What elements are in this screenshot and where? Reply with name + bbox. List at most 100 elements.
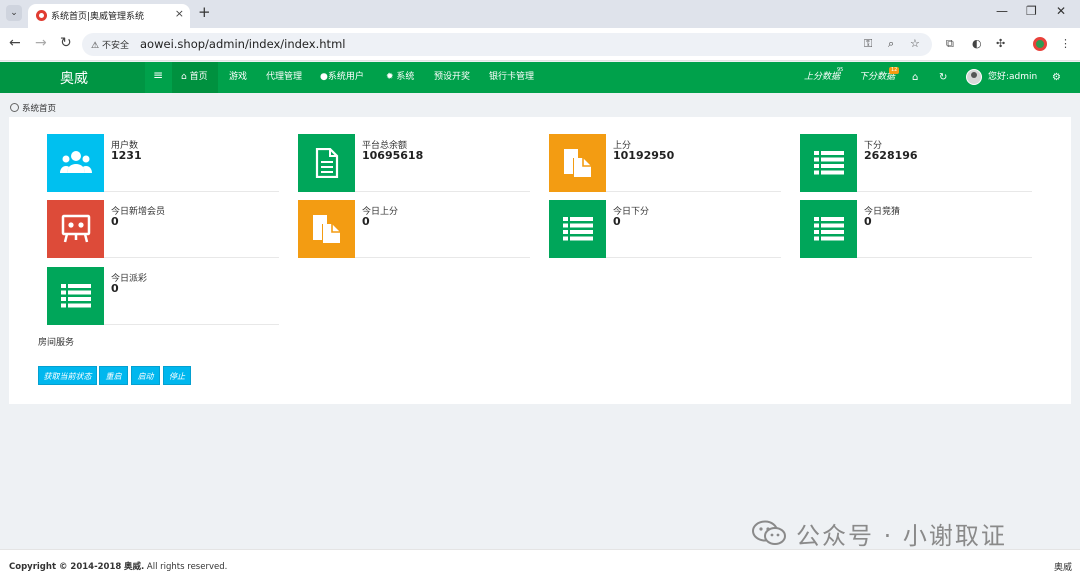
list-icon — [800, 200, 857, 258]
stop-button[interactable]: 停止 — [163, 366, 191, 385]
up-data-badge: 95 — [837, 67, 844, 73]
users-icon — [47, 134, 104, 192]
stat-value: 2628196 — [864, 149, 918, 162]
menu-toggle-icon[interactable]: ≡ — [153, 68, 163, 82]
address-bar[interactable]: ⚠ 不安全 aowei.shop/admin/index/index.html … — [82, 33, 932, 56]
restart-button[interactable]: 重启 — [99, 366, 128, 385]
breadcrumb-label: 系统首页 — [22, 104, 57, 114]
breadcrumb: 系统首页 — [10, 102, 56, 114]
presentation-icon — [47, 200, 104, 258]
browser-toolbar: ← → ↻ ⚠ 不安全 aowei.shop/admin/index/index… — [0, 28, 1080, 61]
nav-item-label: 首页 — [189, 72, 208, 82]
stat-value: 10695618 — [362, 149, 424, 162]
stat-value: 0 — [613, 215, 621, 228]
footer-copyright: Copyright © 2014-2018 奥威. All rights res… — [9, 560, 227, 572]
profile-avatar-icon[interactable] — [1033, 37, 1047, 51]
copyright-prefix: Copyright © 2014-2018 — [9, 562, 122, 572]
list-icon — [800, 134, 857, 192]
watermark-text: 公众号 · 小谢取证 — [796, 522, 1007, 550]
nav-item-label: 系统 — [396, 72, 415, 82]
copyright-brand-link[interactable]: 奥威. — [124, 562, 144, 572]
footer-brand: 奥威 — [1053, 563, 1072, 573]
extensions-puzzle-icon[interactable]: ✣ — [996, 37, 1005, 50]
stat-value: 1231 — [111, 149, 142, 162]
new-tab-icon[interactable]: + — [198, 3, 211, 21]
room-service-title: 房间服务 — [38, 338, 75, 348]
refresh-icon[interactable]: ↻ — [939, 62, 947, 93]
user-greeting[interactable]: 您好:admin — [988, 62, 1037, 93]
nav-item-system-users[interactable]: ●系统用户 — [320, 62, 364, 93]
not-secure-indicator[interactable]: ⚠ 不安全 — [91, 38, 129, 51]
avatar[interactable] — [966, 69, 982, 85]
forward-icon[interactable]: → — [35, 35, 47, 51]
nav-item-label: 游戏 — [229, 72, 248, 82]
gear-icon: ✹ — [386, 72, 394, 82]
browser-tab[interactable]: 系统首页|奥威管理系统 × — [28, 4, 190, 28]
settings-gears-icon[interactable]: ⚙ — [1052, 62, 1061, 93]
browser-menu-icon[interactable]: ⋮ — [1060, 37, 1071, 50]
wechat-logo-icon — [752, 520, 786, 545]
stat-card: 上分 10192950 — [549, 134, 781, 192]
nav-item-system[interactable]: ✹ 系统 — [386, 62, 414, 93]
stat-card: 下分 2628196 — [800, 134, 1032, 192]
dashboard-panel: 用户数 1231 平台总余额 10695618 上分 10192950 下分 2628196 今… — [9, 117, 1071, 404]
stat-card: 用户数 1231 — [47, 134, 279, 192]
maximize-icon[interactable]: ❐ — [1026, 4, 1037, 18]
bookmark-star-icon[interactable]: ☆ — [910, 37, 920, 50]
nav-item-home[interactable]: ⌂ 首页 — [172, 62, 218, 93]
stat-value: 10192950 — [613, 149, 675, 162]
stat-value: 0 — [864, 215, 872, 228]
stat-label: 今日新增会员 — [111, 207, 166, 217]
stat-card: 今日上分 0 — [298, 200, 530, 258]
home-icon[interactable]: ⌂ — [912, 62, 918, 93]
start-button[interactable]: 启动 — [131, 366, 160, 385]
nav-item-label: 代理管理 — [266, 72, 303, 82]
copy-icon — [298, 200, 355, 258]
nav-item-label: 银行卡管理 — [489, 72, 535, 82]
brand-area: 奥威 — [0, 62, 145, 93]
stat-value: 0 — [111, 282, 119, 295]
brand-logo-text[interactable]: 奥威 — [60, 68, 88, 88]
back-icon[interactable]: ← — [9, 35, 21, 51]
list-icon — [47, 267, 104, 325]
reload-icon[interactable]: ↻ — [60, 35, 72, 51]
nav-item-preset-draw[interactable]: 预设开奖 — [434, 62, 470, 93]
footer: Copyright © 2014-2018 奥威. All rights res… — [0, 549, 1080, 578]
minimize-icon[interactable]: — — [996, 4, 1008, 18]
tab-search-button[interactable]: ⌄ — [6, 5, 22, 21]
down-data-badge: 12 — [889, 67, 900, 74]
home-icon: ⌂ — [181, 72, 187, 82]
get-status-button[interactable]: 获取当前状态 — [38, 366, 97, 385]
browser-tab-strip: ⌄ 系统首页|奥威管理系统 × + — ❐ ✕ — [0, 0, 1080, 28]
copy-icon — [549, 134, 606, 192]
close-window-icon[interactable]: ✕ — [1056, 4, 1066, 18]
site-favicon-icon — [36, 10, 47, 21]
breadcrumb-circle-icon — [10, 103, 19, 112]
zoom-icon[interactable]: ⌕ — [888, 37, 894, 51]
stat-card: 今日新增会员 0 — [47, 200, 279, 258]
tab-title: 系统首页|奥威管理系统 — [51, 12, 145, 22]
nav-item-games[interactable]: 游戏 — [229, 62, 247, 93]
nav-item-bank-cards[interactable]: 银行卡管理 — [489, 62, 534, 93]
copyright-suffix: All rights reserved. — [146, 562, 228, 572]
stat-card: 今日竞猜 0 — [800, 200, 1032, 258]
extension-icon[interactable]: ◐ — [972, 37, 982, 50]
url-text[interactable]: aowei.shop/admin/index/index.html — [140, 37, 345, 51]
tab-close-icon[interactable]: × — [175, 7, 184, 20]
list-icon — [549, 200, 606, 258]
not-secure-label: 不安全 — [101, 41, 129, 51]
up-data-label: 上分数据 — [804, 72, 841, 82]
nav-item-agents[interactable]: 代理管理 — [266, 62, 302, 93]
stat-value: 0 — [111, 215, 119, 228]
nav-item-label: 预设开奖 — [434, 72, 471, 82]
document-icon — [298, 134, 355, 192]
stat-value: 0 — [362, 215, 370, 228]
stat-card: 今日下分 0 — [549, 200, 781, 258]
stat-card: 今日派彩 0 — [47, 267, 279, 325]
tab-search-icon[interactable]: ⧉ — [946, 37, 954, 51]
top-navbar: 奥威 ≡ ⌂ 首页 游戏 代理管理 ●系统用户 ✹ 系统 预设开奖 银行卡管理 … — [0, 62, 1080, 93]
password-key-icon[interactable]: ⚿ — [864, 37, 872, 51]
user-icon: ● — [320, 72, 328, 82]
stat-card: 平台总余额 10695618 — [298, 134, 530, 192]
greeting-label: 您好:admin — [988, 72, 1038, 82]
